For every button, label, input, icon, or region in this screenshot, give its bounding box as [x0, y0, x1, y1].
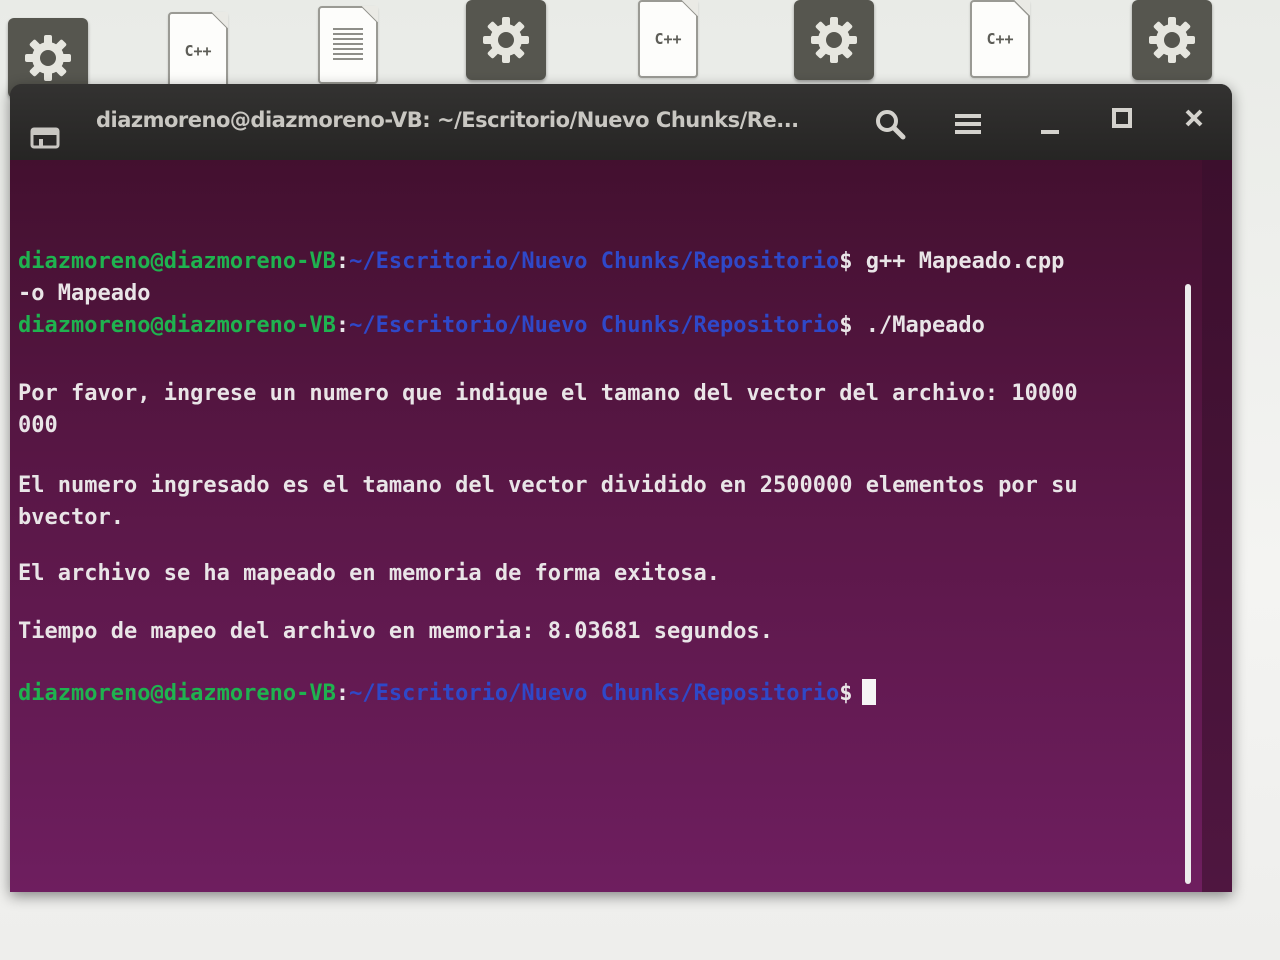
cpp-file-icon[interactable]: C++ — [168, 12, 228, 90]
output-info-line2: bvector. — [18, 505, 124, 530]
terminal-window[interactable]: diazmoreno@diazmoreno-VB: ~/Escritorio/N… — [10, 84, 1232, 892]
gear-icon[interactable] — [466, 0, 546, 80]
gear-icon[interactable] — [1132, 0, 1212, 80]
cpp-file-label: C++ — [184, 42, 212, 60]
command-text: g++ Mapeado.cpp — [852, 249, 1065, 274]
prompt-user: diazmoreno@diazmoreno-VB — [18, 681, 336, 706]
output-info-line1: El numero ingresado es el tamano del vec… — [18, 473, 1078, 498]
prompt-colon: : — [335, 681, 350, 706]
search-icon[interactable] — [870, 104, 910, 144]
minimize-icon[interactable] — [1030, 106, 1070, 146]
prompt-dollar: $ — [839, 681, 853, 706]
maximize-icon[interactable] — [1102, 98, 1142, 138]
prompt-colon: : — [335, 313, 350, 338]
output-ask-line2: 000 — [18, 413, 58, 438]
terminal-line-prompt[interactable]: diazmoreno@diazmoreno-VB:~/Escritorio/Nu… — [18, 678, 1202, 710]
text-lines-icon — [333, 28, 363, 62]
gear-icon[interactable] — [794, 0, 874, 80]
cpp-file-label: C++ — [654, 30, 682, 48]
cpp-file-icon[interactable]: C++ — [638, 0, 698, 78]
terminal-line-run: diazmoreno@diazmoreno-VB:~/Escritorio/Nu… — [18, 310, 1202, 342]
terminal-output[interactable]: diazmoreno@diazmoreno-VB:~/Escritorio/Nu… — [10, 160, 1202, 892]
menu-icon[interactable] — [948, 104, 988, 144]
text-cursor — [862, 679, 877, 705]
prompt-colon: : — [335, 249, 350, 274]
terminal-line-compile-wrap: -o Mapeado — [18, 281, 151, 306]
prompt-user: diazmoreno@diazmoreno-VB — [18, 313, 336, 338]
prompt-path: ~/Escritorio/Nuevo Chunks/Repositorio — [349, 313, 840, 338]
prompt-dollar: $ — [839, 313, 853, 338]
prompt-dollar: $ — [839, 249, 853, 274]
command-text: ./Mapeado — [852, 313, 985, 338]
output-time: Tiempo de mapeo del archivo en memoria: … — [18, 619, 773, 644]
scrollbar-thumb[interactable] — [1185, 284, 1191, 884]
title-bar[interactable]: diazmoreno@diazmoreno-VB: ~/Escritorio/N… — [10, 84, 1232, 160]
output-ask-line1: Por favor, ingrese un numero que indique… — [18, 381, 1078, 406]
output-success: El archivo se ha mapeado en memoria de f… — [18, 561, 720, 586]
scrollbar-track[interactable] — [1202, 160, 1232, 892]
text-file-icon[interactable] — [318, 6, 378, 84]
prompt-user: diazmoreno@diazmoreno-VB — [18, 249, 336, 274]
terminal-line-compile: diazmoreno@diazmoreno-VB:~/Escritorio/Nu… — [18, 246, 1202, 278]
new-tab-icon[interactable] — [28, 124, 62, 152]
cpp-file-icon[interactable]: C++ — [970, 0, 1030, 78]
cpp-file-label: C++ — [986, 30, 1014, 48]
prompt-path: ~/Escritorio/Nuevo Chunks/Repositorio — [349, 681, 840, 706]
window-title: diazmoreno@diazmoreno-VB: ~/Escritorio/N… — [96, 108, 799, 132]
close-icon[interactable] — [1174, 98, 1214, 138]
prompt-path: ~/Escritorio/Nuevo Chunks/Repositorio — [349, 249, 840, 274]
